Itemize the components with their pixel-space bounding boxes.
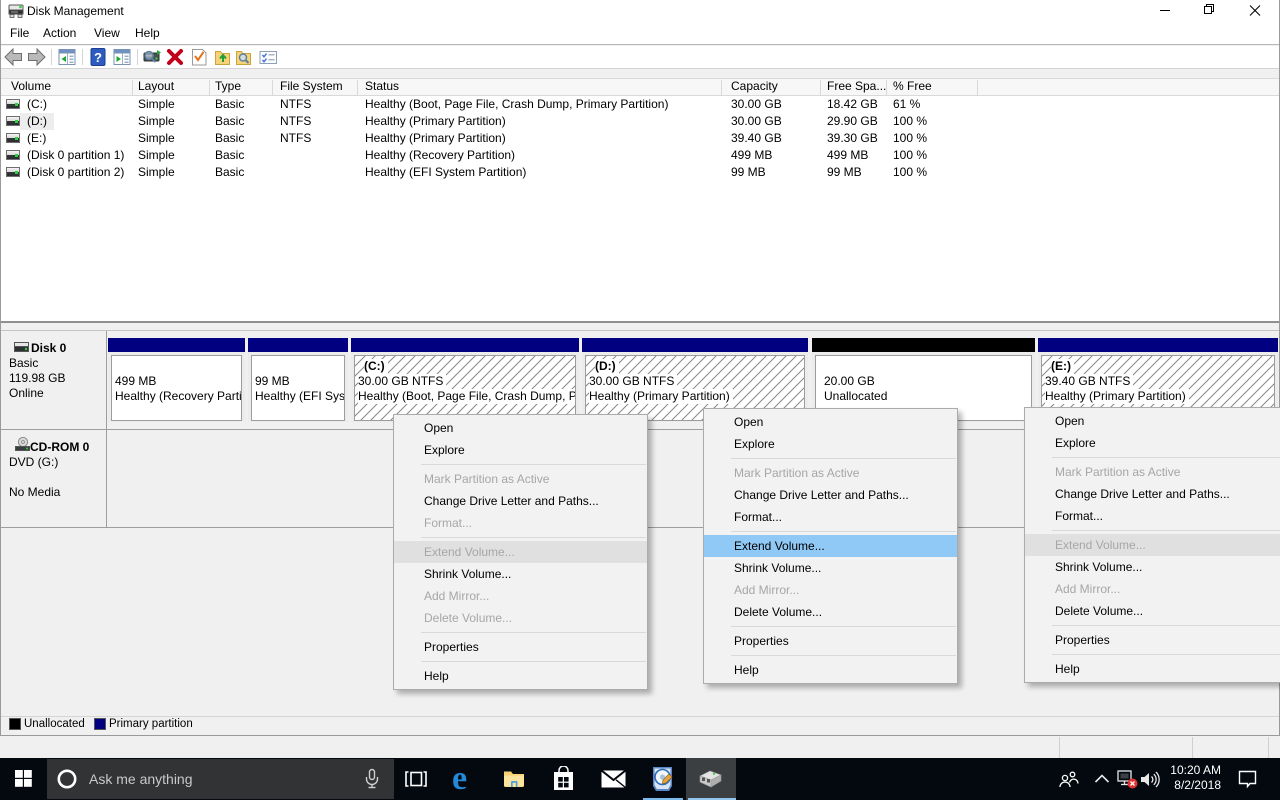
svg-text:?: ? xyxy=(94,50,102,65)
